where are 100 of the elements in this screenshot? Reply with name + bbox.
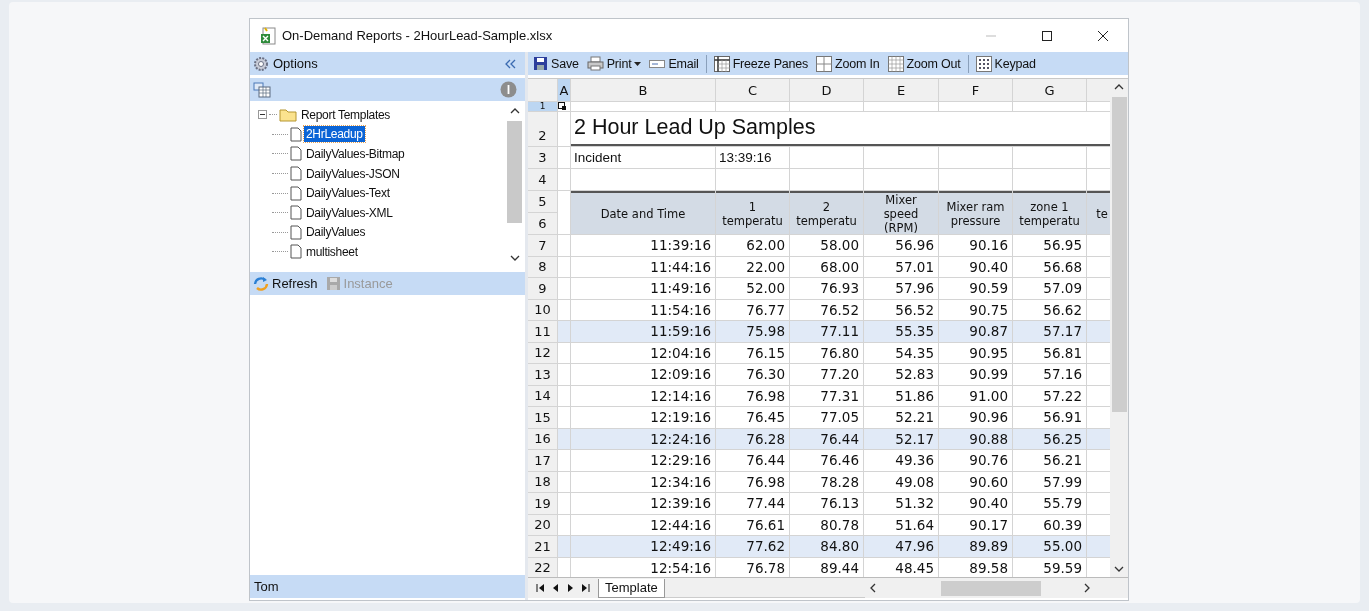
table-cell: 76.78 bbox=[716, 557, 789, 577]
column-heading: 1 temperatu bbox=[716, 191, 789, 234]
print-button[interactable]: Print bbox=[584, 56, 644, 71]
table-cell: 90.95 bbox=[939, 342, 1012, 363]
column-heading: Mixer ram pressure bbox=[939, 191, 1012, 234]
scroll-up-icon[interactable] bbox=[509, 107, 520, 115]
tree-item[interactable]: Report Templates bbox=[299, 106, 393, 123]
table-cell: 76.98 bbox=[716, 471, 789, 492]
templates-icon[interactable] bbox=[253, 81, 271, 98]
column-header[interactable]: F bbox=[939, 79, 1012, 101]
row-header[interactable]: 6 bbox=[528, 213, 557, 234]
collapse-icon[interactable] bbox=[505, 58, 517, 69]
table-cell bbox=[558, 493, 570, 514]
row-header[interactable]: 16 bbox=[528, 428, 557, 449]
table-cell: 56.25 bbox=[1013, 428, 1086, 449]
row-header[interactable]: 8 bbox=[528, 256, 557, 277]
row-header[interactable]: 15 bbox=[528, 407, 557, 428]
column-header[interactable]: D bbox=[790, 79, 863, 101]
row-header[interactable]: 10 bbox=[528, 299, 557, 320]
next-sheet-icon[interactable] bbox=[567, 584, 573, 592]
table-cell bbox=[1087, 299, 1110, 320]
row-header[interactable]: 7 bbox=[528, 235, 557, 256]
column-header[interactable]: C bbox=[716, 79, 789, 101]
tree-item[interactable]: DailyValues-Bitmap bbox=[304, 146, 407, 162]
table-cell: 76.28 bbox=[716, 428, 789, 449]
table-cell: 90.87 bbox=[939, 321, 1012, 342]
table-cell: 62.00 bbox=[716, 235, 789, 256]
table-cell: 12:04:16 bbox=[571, 342, 715, 363]
first-sheet-icon[interactable] bbox=[536, 584, 545, 592]
previous-sheet-icon[interactable] bbox=[553, 584, 559, 592]
table-cell: 11:49:16 bbox=[571, 278, 715, 299]
table-cell: 76.30 bbox=[716, 364, 789, 385]
row-header[interactable]: 2 bbox=[528, 112, 557, 146]
tree-item[interactable]: DailyValues-JSON bbox=[304, 165, 402, 182]
keypad-icon bbox=[975, 55, 992, 72]
table-cell bbox=[1087, 471, 1110, 492]
column-header[interactable]: A bbox=[558, 79, 570, 101]
tree-item[interactable]: 2HrLeadup bbox=[304, 126, 365, 143]
column-header[interactable]: G bbox=[1013, 79, 1086, 101]
user-name: Tom bbox=[254, 579, 279, 594]
spreadsheet-icon bbox=[260, 26, 276, 45]
row-header[interactable]: 22 bbox=[528, 557, 557, 577]
table-cell: 12:39:16 bbox=[571, 493, 715, 514]
scroll-left-icon[interactable] bbox=[868, 583, 877, 593]
table-cell bbox=[558, 191, 570, 234]
column-header[interactable]: E bbox=[864, 79, 938, 101]
scroll-up-icon[interactable] bbox=[1114, 83, 1124, 91]
table-cell bbox=[558, 256, 570, 277]
tree-item[interactable]: multisheet bbox=[304, 243, 360, 260]
scroll-right-icon[interactable] bbox=[1082, 583, 1091, 593]
email-button[interactable]: Email bbox=[647, 56, 701, 71]
zoomin-button[interactable]: Zoom In bbox=[814, 55, 882, 72]
row-header[interactable]: 21 bbox=[528, 536, 557, 557]
scrollbar-thumb[interactable] bbox=[1111, 97, 1127, 412]
table-cell bbox=[1087, 169, 1110, 190]
tree-item[interactable]: DailyValues bbox=[304, 224, 368, 241]
table-cell bbox=[558, 536, 570, 557]
column-heading: zone 1 temperatu bbox=[1013, 191, 1086, 234]
table-cell: 75.98 bbox=[716, 321, 789, 342]
scroll-down-icon[interactable] bbox=[509, 254, 520, 262]
row-header[interactable]: 17 bbox=[528, 450, 557, 471]
row-header[interactable]: 20 bbox=[528, 514, 557, 535]
row-header[interactable]: 18 bbox=[528, 471, 557, 492]
tree-item[interactable]: DailyValues-Text bbox=[304, 185, 392, 202]
scrollbar-thumb[interactable] bbox=[940, 580, 1041, 596]
scroll-down-icon[interactable] bbox=[1114, 565, 1124, 573]
table-cell: 11:44:16 bbox=[571, 256, 715, 277]
row-header[interactable]: 9 bbox=[528, 278, 557, 299]
row-header[interactable]: 4 bbox=[528, 169, 557, 190]
table-cell: 76.46 bbox=[790, 450, 863, 471]
envelope-icon bbox=[649, 58, 666, 69]
keypad-button[interactable]: Keypad bbox=[973, 55, 1038, 72]
table-cell bbox=[1087, 428, 1110, 449]
close-icon bbox=[1097, 29, 1109, 42]
table-cell: 56.21 bbox=[1013, 450, 1086, 471]
info-icon[interactable] bbox=[500, 81, 517, 98]
table-cell bbox=[1087, 321, 1110, 342]
row-header[interactable]: 19 bbox=[528, 493, 557, 514]
row-header[interactable]: 11 bbox=[528, 321, 557, 342]
row-header[interactable]: 12 bbox=[528, 342, 557, 363]
refresh-button[interactable]: Refresh bbox=[253, 275, 318, 292]
options-header[interactable]: Options bbox=[250, 52, 525, 75]
freeze-button[interactable]: Freeze Panes bbox=[711, 55, 811, 72]
table-cell bbox=[558, 169, 570, 190]
row-header[interactable]: 5 bbox=[528, 191, 557, 212]
table-cell bbox=[1087, 102, 1110, 111]
row-header[interactable]: 14 bbox=[528, 385, 557, 406]
row-header[interactable]: 3 bbox=[528, 147, 557, 168]
table-cell: 90.76 bbox=[939, 450, 1012, 471]
row-header[interactable]: 13 bbox=[528, 364, 557, 385]
save-button[interactable]: Save bbox=[531, 56, 581, 71]
sheet-tab[interactable]: Template bbox=[598, 578, 665, 598]
vertical-scrollbar[interactable] bbox=[1110, 79, 1128, 577]
last-sheet-icon[interactable] bbox=[581, 584, 590, 592]
zoomout-button[interactable]: Zoom Out bbox=[885, 55, 963, 72]
column-header[interactable]: B bbox=[571, 79, 715, 101]
column-heading: Date and Time bbox=[571, 191, 715, 234]
tree-item[interactable]: DailyValues-XML bbox=[304, 204, 395, 221]
row-header[interactable]: 1 bbox=[528, 102, 557, 111]
collapse-toggle-icon[interactable] bbox=[258, 110, 267, 120]
